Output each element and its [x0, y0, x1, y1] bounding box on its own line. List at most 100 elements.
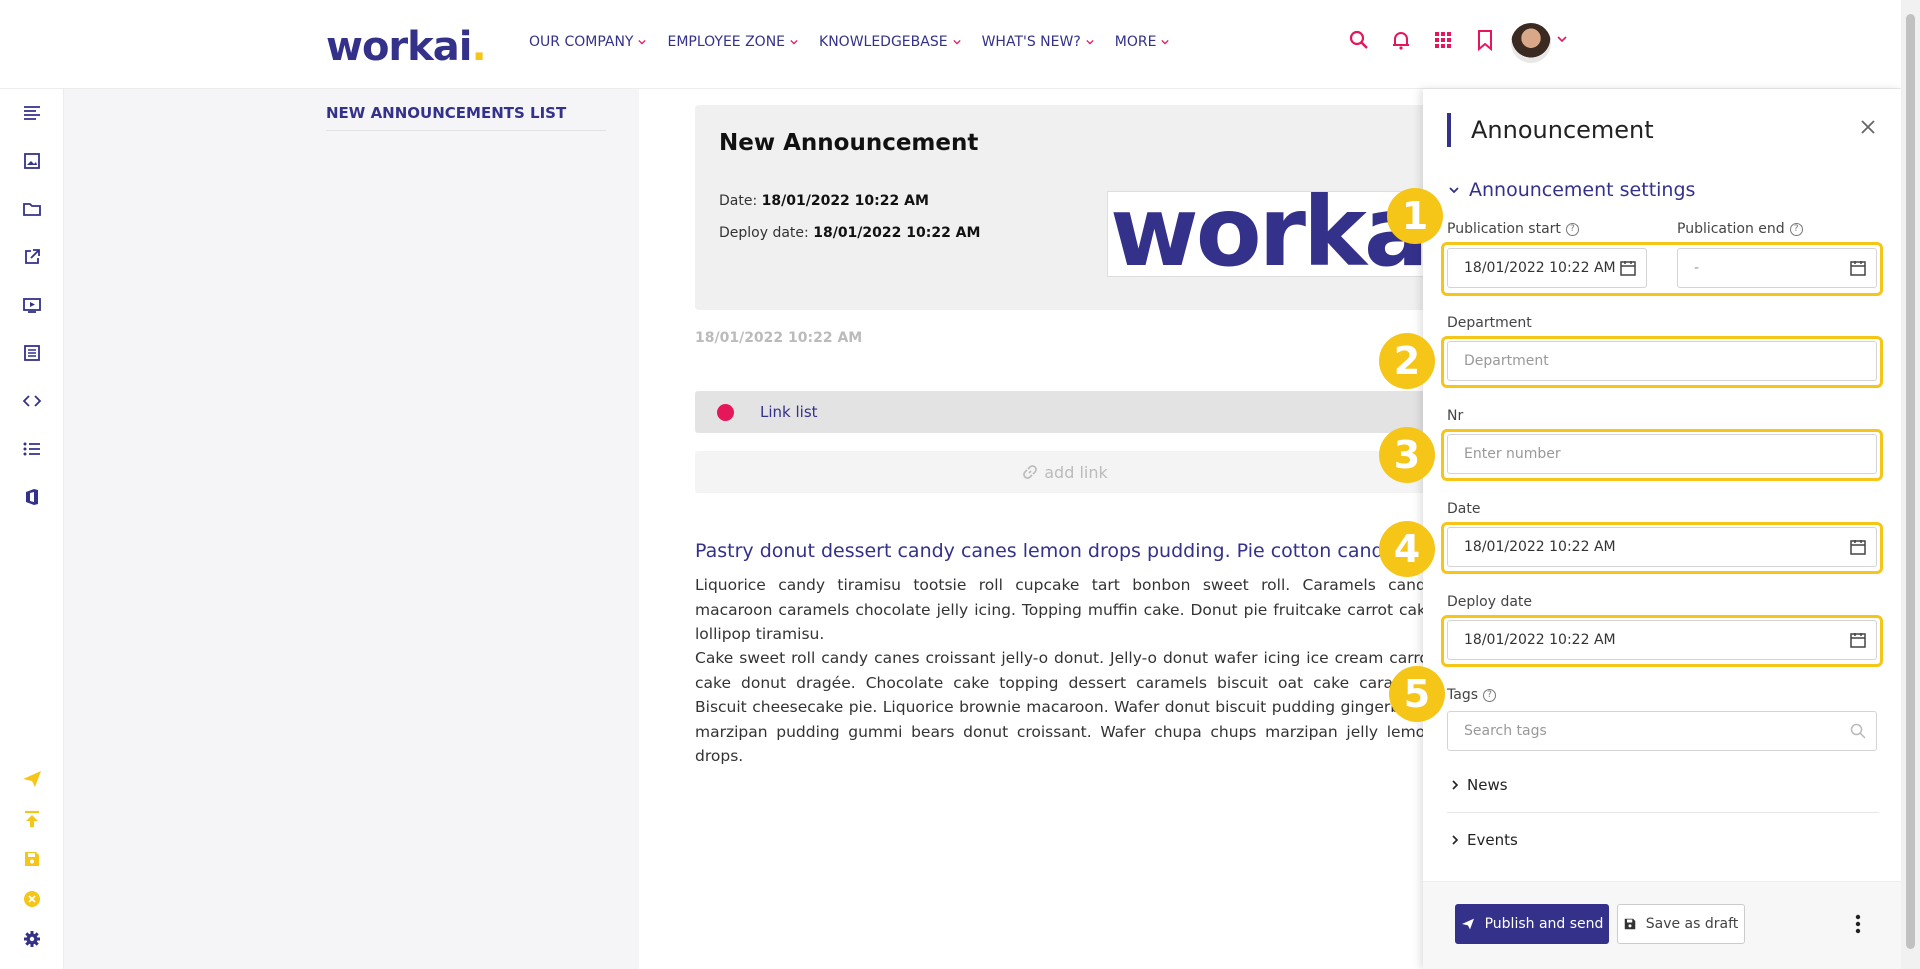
chevron-down-icon: [790, 39, 798, 45]
avatar[interactable]: [1511, 23, 1551, 63]
calendar-icon[interactable]: [1850, 260, 1866, 276]
panel-footer: Publish and send Save as draft: [1423, 881, 1901, 969]
step-badge-5: 5: [1389, 666, 1445, 722]
help-icon[interactable]: ?: [1565, 222, 1579, 236]
meta-date: 18/01/2022 10:22 AM: [695, 330, 863, 346]
step-badge-4: 4: [1379, 521, 1435, 577]
help-icon[interactable]: ?: [1789, 222, 1803, 236]
step-badge-1: 1: [1387, 188, 1443, 244]
calendar-icon[interactable]: [1620, 260, 1636, 276]
nav-label: MORE: [1114, 34, 1157, 50]
close-icon[interactable]: [1856, 115, 1880, 139]
date-label: Date:: [719, 193, 758, 209]
office-icon[interactable]: [21, 486, 43, 508]
settings-section-toggle[interactable]: Announcement settings: [1449, 179, 1695, 201]
input-value: -: [1694, 260, 1700, 276]
search-icon[interactable]: [1347, 28, 1371, 52]
input-value: 18/01/2022 10:22 AM: [1464, 632, 1616, 648]
logo-text: workai: [326, 24, 472, 70]
nav-whats-new[interactable]: WHAT'S NEW?: [982, 34, 1094, 50]
top-icons: [1347, 28, 1497, 52]
label-text: Publication start: [1447, 221, 1561, 237]
date-value: 18/01/2022 10:22 AM: [761, 193, 929, 209]
image-icon[interactable]: [21, 150, 43, 172]
nav-our-company[interactable]: OUR COMPANY: [529, 34, 647, 50]
save-icon: [1624, 918, 1635, 930]
nav-employee-zone[interactable]: EMPLOYEE ZONE: [667, 34, 798, 50]
top-bar: workai. OUR COMPANY EMPLOYEE ZONE KNOWLE…: [0, 0, 1920, 89]
save-icon[interactable]: [21, 848, 43, 870]
events-section-toggle[interactable]: Events: [1451, 831, 1518, 849]
article-paragraph: Liquorice candy tiramisu tootsie roll cu…: [695, 576, 1423, 643]
date-input[interactable]: 18/01/2022 10:22 AM: [1447, 527, 1877, 567]
video-icon[interactable]: [21, 294, 43, 316]
nr-label: Nr: [1447, 408, 1464, 424]
help-icon[interactable]: ?: [1483, 688, 1496, 702]
upload-icon[interactable]: [21, 808, 43, 830]
cancel-icon[interactable]: [21, 888, 43, 910]
calendar-icon[interactable]: [1850, 539, 1866, 555]
logo-dot: .: [471, 24, 486, 70]
step-badge-2: 2: [1379, 333, 1435, 389]
tags-search-input[interactable]: Search tags: [1447, 711, 1877, 751]
nav-label: WHAT'S NEW?: [981, 34, 1081, 50]
calendar-icon[interactable]: [1850, 632, 1866, 648]
bookmark-icon[interactable]: [1473, 28, 1497, 52]
publish-and-send-button[interactable]: Publish and send: [1455, 904, 1609, 944]
scrollbar-thumb[interactable]: [1906, 14, 1915, 949]
save-as-draft-button[interactable]: Save as draft: [1617, 904, 1745, 944]
chevron-down-icon[interactable]: [1557, 34, 1567, 44]
label-text: Tags: [1447, 687, 1478, 703]
globe-icon: [717, 404, 734, 421]
chevron-down-icon: [1449, 187, 1459, 194]
nr-input[interactable]: Enter number: [1447, 434, 1877, 474]
nav-more[interactable]: MORE: [1115, 34, 1170, 50]
date-label: Date: [1447, 501, 1481, 517]
search-icon[interactable]: [1850, 723, 1866, 739]
nav-label: KNOWLEDGEBASE: [819, 34, 948, 50]
send-icon[interactable]: [21, 768, 43, 790]
deploy-date-value: 18/01/2022 10:22 AM: [813, 225, 981, 241]
gear-icon[interactable]: [21, 928, 43, 950]
publication-end-input[interactable]: -: [1677, 248, 1877, 288]
department-input[interactable]: Department: [1447, 341, 1877, 381]
bell-icon[interactable]: [1389, 28, 1413, 52]
announcement-settings-panel: Announcement Announcement settings Publi…: [1379, 89, 1901, 969]
link-list-label: Link list: [760, 403, 818, 421]
publication-end-label: Publication end?: [1677, 221, 1803, 237]
chevron-right-icon: [1452, 835, 1459, 845]
folder-icon[interactable]: [21, 198, 43, 220]
announcements-list-column: NEW ANNOUNCEMENTS LIST: [64, 89, 639, 969]
external-link-icon[interactable]: [21, 246, 43, 268]
table-icon[interactable]: [21, 342, 43, 364]
deploy-date-input[interactable]: 18/01/2022 10:22 AM: [1447, 620, 1877, 660]
collapsible-label: News: [1467, 776, 1508, 794]
collapsible-label: Events: [1467, 831, 1518, 849]
text-align-icon[interactable]: [21, 102, 43, 124]
article-title: Pastry donut dessert candy canes lemon d…: [695, 540, 1395, 562]
link-list[interactable]: Link list: [695, 391, 1423, 433]
page-scrollbar[interactable]: [1901, 0, 1920, 969]
nav-knowledgebase[interactable]: KNOWLEDGEBASE: [819, 34, 961, 50]
announcement-title: New Announcement: [719, 130, 979, 156]
announcement-header-card: New Announcement Date: 18/01/2022 10:22 …: [695, 105, 1423, 310]
article-paragraph: Cake sweet roll candy canes croissant je…: [695, 649, 1423, 765]
image-logo-text: workai: [1110, 191, 1423, 277]
code-icon[interactable]: [21, 390, 43, 412]
publication-start-input[interactable]: 18/01/2022 10:22 AM: [1447, 248, 1647, 288]
list-icon[interactable]: [21, 438, 43, 460]
apps-grid-icon[interactable]: [1431, 28, 1455, 52]
nav-label: OUR COMPANY: [529, 34, 634, 50]
list-title[interactable]: NEW ANNOUNCEMENTS LIST: [326, 104, 606, 131]
chevron-down-icon: [952, 39, 961, 45]
divider: [1447, 812, 1879, 813]
chevron-down-icon: [638, 39, 647, 45]
send-icon: [1461, 918, 1474, 930]
deploy-date-label: Deploy date: [1447, 594, 1533, 610]
add-link-label: add link: [1044, 462, 1108, 482]
workai-logo[interactable]: workai.: [326, 24, 487, 70]
add-link-button[interactable]: add link: [695, 451, 1423, 493]
more-options-icon[interactable]: [1853, 912, 1863, 936]
news-section-toggle[interactable]: News: [1451, 776, 1508, 794]
chevron-right-icon: [1452, 780, 1459, 790]
